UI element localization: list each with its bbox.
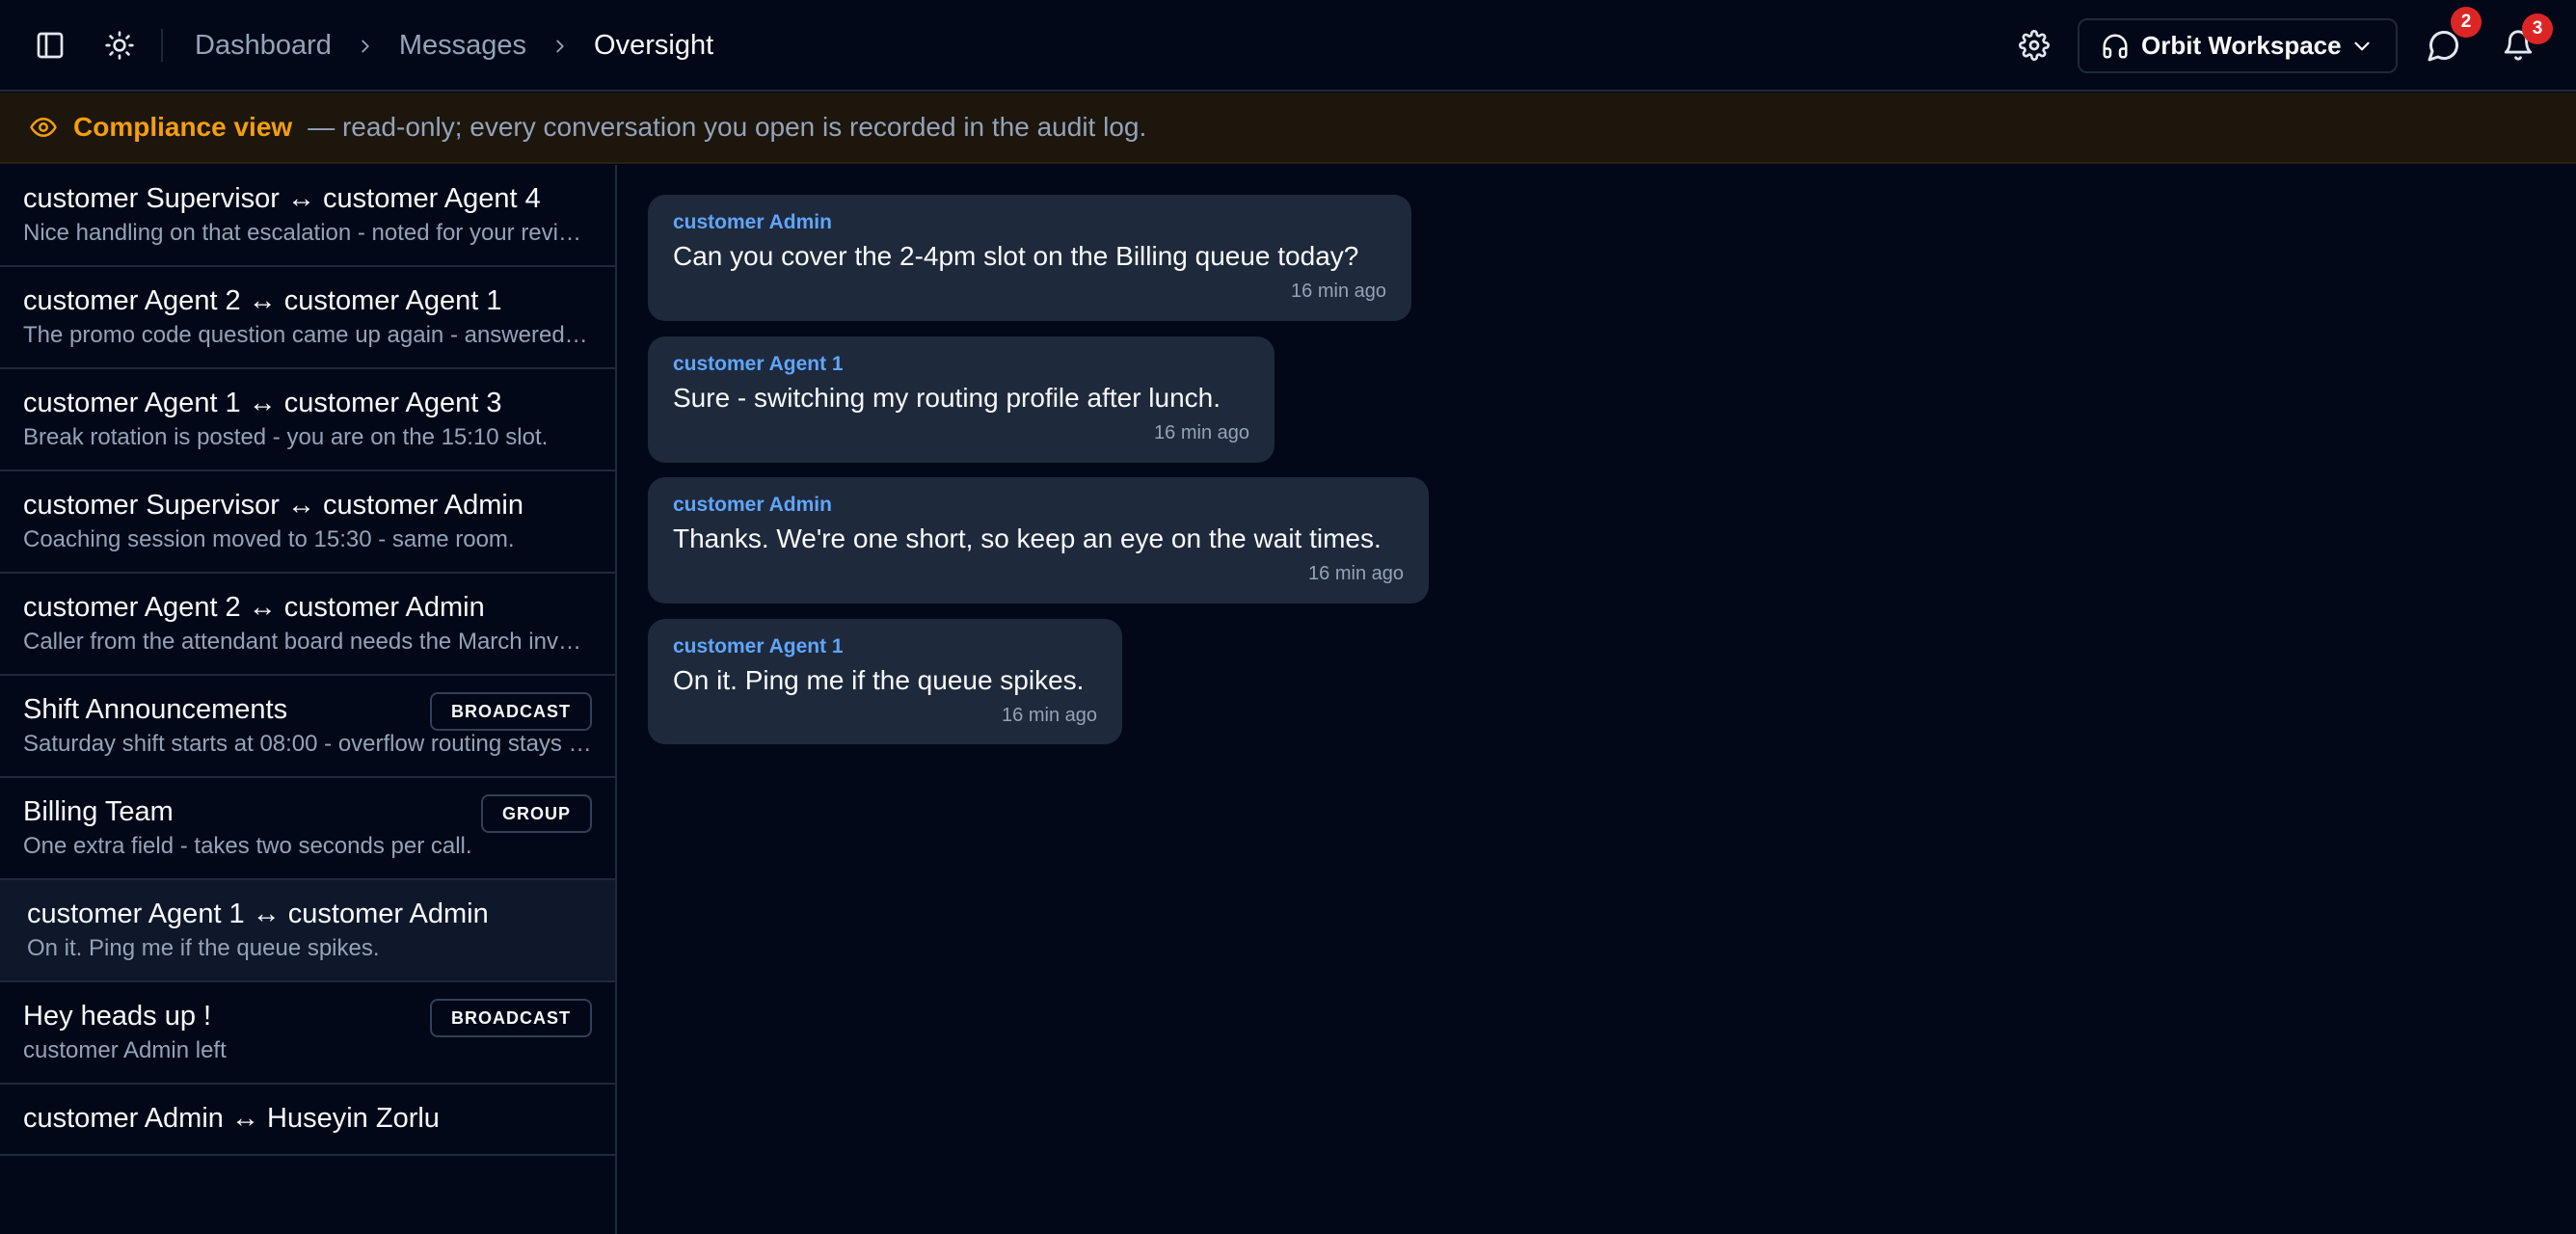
message-bubble: customer Admin Thanks. We're one short, … <box>648 477 1429 604</box>
message-text: Can you cover the 2-4pm slot on the Bill… <box>673 241 1359 271</box>
message-text: Sure - switching my routing profile afte… <box>673 383 1221 413</box>
conversation-item[interactable]: customer Admin ↔ Huseyin Zorlu <box>0 1085 615 1156</box>
conversation-title: customer Agent 1 ↔ customer Admin <box>27 899 489 929</box>
conversation-item-selected[interactable]: customer Agent 1 ↔ customer Admin On it.… <box>0 880 615 982</box>
breadcrumb: Dashboard Messages Oversight <box>195 0 713 92</box>
conversation-preview: customer Admin left <box>23 1037 227 1063</box>
message-timestamp: 16 min ago <box>1002 705 1097 726</box>
notifications-count-badge: 3 <box>2522 13 2553 44</box>
chevron-down-icon <box>2349 34 2375 59</box>
message-text: Thanks. We're one short, so keep an eye … <box>673 523 1382 553</box>
breadcrumb-messages[interactable]: Messages <box>399 30 526 62</box>
workspace-label: Orbit Workspace <box>2141 31 2342 60</box>
message-author: customer Agent 1 <box>673 353 844 375</box>
conversation-title: customer Agent 2 ↔ customer Agent 1 <box>23 285 502 316</box>
top-bar: Dashboard Messages Oversight Orbit Works… <box>0 0 2576 92</box>
conversation-list: customer Supervisor ↔ customer Agent 4 N… <box>0 165 617 1234</box>
message-bubble: customer Agent 1 On it. Ping me if the q… <box>648 619 1122 744</box>
conversation-item[interactable]: customer Agent 1 ↔ customer Agent 3 Brea… <box>0 369 615 471</box>
message-timestamp: 16 min ago <box>1308 563 1404 584</box>
conversation-preview: One extra field - takes two seconds per … <box>23 833 472 859</box>
conversation-title: customer Admin ↔ Huseyin Zorlu <box>23 1103 440 1134</box>
message-timestamp: 16 min ago <box>1154 422 1249 443</box>
message-bubble: customer Admin Can you cover the 2-4pm s… <box>648 195 1411 321</box>
broadcast-tag: BROADCAST <box>430 692 592 731</box>
conversation-preview: Nice handling on that escalation - noted… <box>23 220 592 246</box>
message-text: On it. Ping me if the queue spikes. <box>673 665 1085 695</box>
chevron-right-icon <box>550 36 571 57</box>
message-author: customer Admin <box>673 494 832 516</box>
breadcrumb-oversight: Oversight <box>594 30 714 61</box>
conversation-item[interactable]: customer Agent 2 ↔ customer Agent 1 The … <box>0 267 615 369</box>
conversation-preview: Coaching session moved to 15:30 - same r… <box>23 526 515 552</box>
breadcrumb-dashboard[interactable]: Dashboard <box>195 30 332 62</box>
conversation-title: customer Supervisor ↔ customer Admin <box>23 490 523 521</box>
headphones-icon <box>2101 32 2130 61</box>
conversation-preview: Break rotation is posted - you are on th… <box>23 424 549 450</box>
chevron-right-icon <box>355 36 376 57</box>
message-timestamp: 16 min ago <box>1291 281 1386 302</box>
conversation-preview: On it. Ping me if the queue spikes. <box>27 935 380 961</box>
conversation-title: customer Agent 2 ↔ customer Admin <box>23 592 485 623</box>
eye-icon <box>29 113 58 142</box>
conversation-preview: Caller from the attendant board needs th… <box>23 629 592 655</box>
compliance-banner: Compliance view — read-only; every conve… <box>0 93 2576 164</box>
conversation-item[interactable]: Hey heads up ! customer Admin left BROAD… <box>0 982 615 1085</box>
conversation-item[interactable]: customer Agent 2 ↔ customer Admin Caller… <box>0 574 615 676</box>
conversation-title: customer Supervisor ↔ customer Agent 4 <box>23 183 541 214</box>
sun-icon[interactable] <box>100 26 139 65</box>
conversation-preview: Saturday shift starts at 08:00 - overflo… <box>23 731 592 757</box>
workspace-switcher[interactable]: Orbit Workspace <box>2078 18 2398 73</box>
message-author: customer Admin <box>673 211 832 233</box>
gear-icon[interactable] <box>2015 26 2053 65</box>
banner-title: Compliance view <box>73 112 293 142</box>
conversation-item[interactable]: Billing Team One extra field - takes two… <box>0 778 615 880</box>
banner-text: — read-only; every conversation you open… <box>308 112 1147 142</box>
conversation-preview: The promo code question came up again - … <box>23 322 592 348</box>
toolbar-divider <box>161 29 163 62</box>
conversation-item[interactable]: customer Supervisor ↔ customer Admin Coa… <box>0 471 615 574</box>
message-author: customer Agent 1 <box>673 635 844 657</box>
broadcast-tag: BROADCAST <box>430 999 592 1037</box>
panel-left-icon[interactable] <box>31 26 69 65</box>
message-bubble: customer Agent 1 Sure - switching my rou… <box>648 336 1275 463</box>
group-tag: GROUP <box>480 794 592 833</box>
conversation-title: customer Agent 1 ↔ customer Agent 3 <box>23 388 502 418</box>
conversation-item[interactable]: Shift Announcements Saturday shift start… <box>0 676 615 778</box>
conversation-item[interactable]: customer Supervisor ↔ customer Agent 4 N… <box>0 165 615 267</box>
messages-count-badge: 2 <box>2451 7 2482 38</box>
